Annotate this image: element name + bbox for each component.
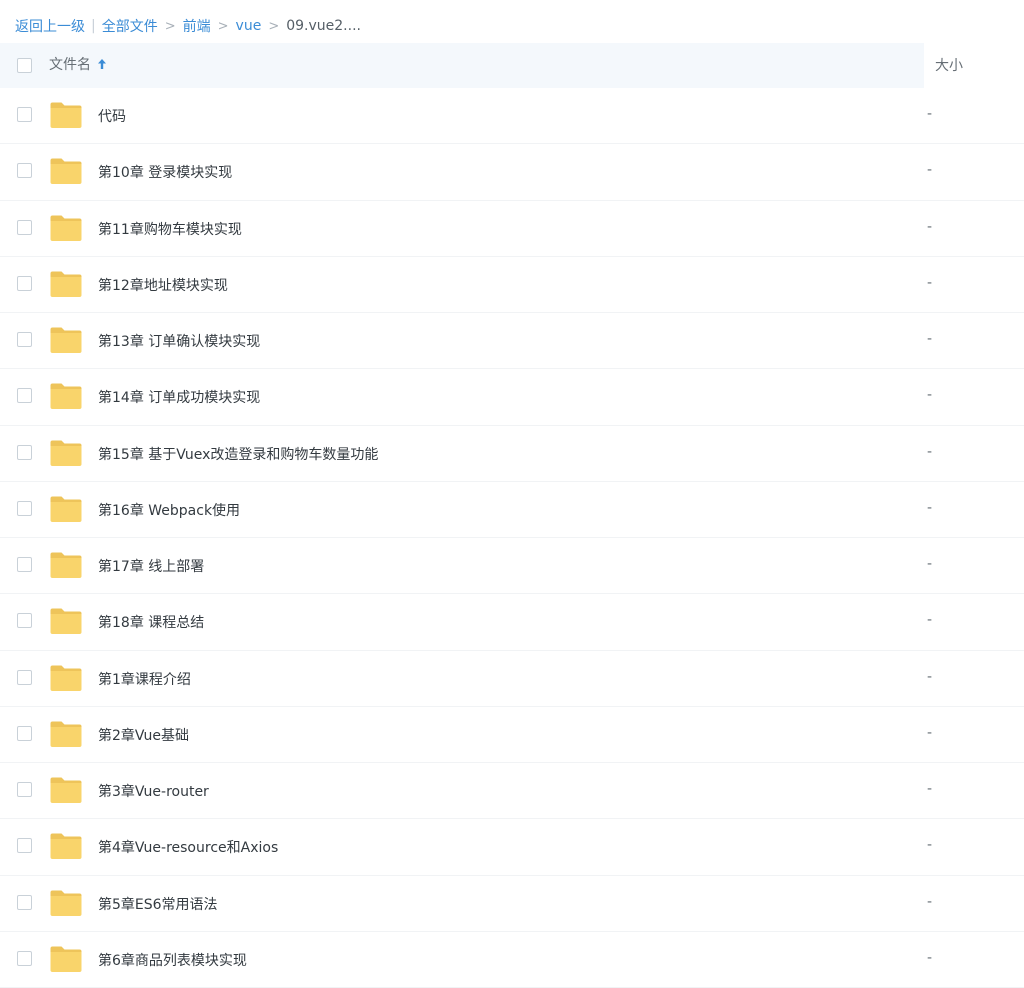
file-row[interactable]: 第4章Vue-resource和Axios - [0, 819, 1024, 876]
file-size: - [927, 499, 933, 516]
row-checkbox[interactable] [17, 388, 32, 404]
row-checkbox[interactable] [17, 163, 32, 179]
folder-icon [49, 945, 83, 973]
file-row[interactable]: 第6章商品列表模块实现 - [0, 932, 1024, 988]
back-link[interactable]: 返回上一级 [15, 16, 85, 36]
row-checkbox[interactable] [17, 444, 32, 460]
folder-icon [49, 101, 83, 129]
folder-icon [49, 382, 83, 410]
folder-icon [49, 157, 83, 185]
file-row[interactable]: 第1章课程介绍 - [0, 651, 1024, 707]
file-name-link[interactable]: 第11章购物车模块实现 [98, 219, 242, 239]
file-name-link[interactable]: 第10章 登录模块实现 [98, 162, 232, 182]
row-checkbox[interactable] [17, 613, 32, 629]
arrow-up-icon [98, 59, 106, 69]
folder-icon [49, 270, 83, 298]
file-row[interactable]: 第12章地址模块实现 - [0, 257, 1024, 313]
file-name-link[interactable]: 第17章 线上部署 [98, 556, 204, 576]
file-row[interactable]: 第3章Vue-router - [0, 763, 1024, 820]
file-list: 代码 - 第10章 登录模块实现 - 第11章购物车模块实现 - 第12章地址模块实现 - 第1… [0, 88, 1024, 988]
file-row[interactable]: 第18章 课程总结 - [0, 594, 1024, 651]
file-size: - [927, 724, 933, 741]
file-size: - [927, 443, 933, 460]
file-row[interactable]: 第2章Vue基础 - [0, 707, 1024, 763]
file-size: - [927, 218, 933, 235]
select-all-checkbox[interactable] [17, 58, 32, 73]
row-checkbox[interactable] [17, 838, 32, 854]
row-checkbox[interactable] [17, 669, 32, 685]
folder-icon [49, 720, 83, 748]
folder-icon [49, 551, 83, 579]
file-size: - [927, 162, 933, 179]
folder-icon [49, 607, 83, 635]
row-checkbox[interactable] [17, 219, 32, 235]
file-row[interactable]: 第13章 订单确认模块实现 - [0, 313, 1024, 370]
file-name-link[interactable]: 第6章商品列表模块实现 [98, 950, 247, 970]
breadcrumb-separator: > [217, 18, 229, 34]
sort-by-name-header[interactable]: 文件名 [49, 54, 107, 74]
row-checkbox[interactable] [17, 332, 32, 347]
file-size: - [927, 668, 933, 685]
file-row[interactable]: 代码 - [0, 88, 1024, 145]
row-checkbox[interactable] [17, 782, 32, 797]
file-row[interactable]: 第11章购物车模块实现 - [0, 201, 1024, 257]
folder-icon [49, 832, 83, 860]
folder-icon [49, 214, 83, 242]
file-size: - [927, 106, 933, 122]
breadcrumb-item-vue[interactable]: vue [236, 18, 262, 34]
file-name-link[interactable]: 第18章 课程总结 [98, 612, 204, 632]
folder-icon [49, 326, 83, 354]
file-name-link[interactable]: 第1章课程介绍 [98, 669, 191, 689]
file-name-link[interactable]: 第14章 订单成功模块实现 [98, 387, 260, 407]
file-size: - [927, 949, 933, 966]
file-size: - [927, 331, 933, 347]
folder-icon [49, 889, 83, 917]
file-name-link[interactable]: 第12章地址模块实现 [98, 275, 228, 295]
file-name-link[interactable]: 第5章ES6常用语法 [98, 894, 218, 914]
file-row[interactable]: 第10章 登录模块实现 - [0, 144, 1024, 201]
file-size: - [927, 837, 933, 854]
row-checkbox[interactable] [17, 275, 32, 291]
breadcrumb: 返回上一级 | 全部文件 > 前端 > vue > 09.vue2.... [15, 15, 361, 37]
file-size: - [927, 274, 933, 291]
folder-icon [49, 664, 83, 692]
breadcrumb-current: 09.vue2.... [286, 18, 361, 34]
file-size: - [927, 556, 933, 572]
file-name-link[interactable]: 第13章 订单确认模块实现 [98, 331, 260, 351]
file-row[interactable]: 第16章 Webpack使用 - [0, 482, 1024, 538]
file-size: - [927, 612, 933, 629]
row-checkbox[interactable] [17, 894, 32, 910]
row-checkbox[interactable] [17, 950, 32, 966]
file-name-link[interactable]: 第16章 Webpack使用 [98, 500, 240, 520]
file-row[interactable]: 第14章 订单成功模块实现 - [0, 369, 1024, 426]
breadcrumb-divider: | [91, 18, 96, 34]
file-row[interactable]: 第17章 线上部署 - [0, 538, 1024, 595]
row-checkbox[interactable] [17, 557, 32, 572]
folder-icon [49, 439, 83, 467]
name-column-label: 文件名 [49, 57, 91, 73]
file-name-link[interactable]: 第3章Vue-router [98, 781, 209, 801]
file-size: - [927, 387, 933, 404]
breadcrumb-all-files[interactable]: 全部文件 [102, 16, 158, 36]
file-name-link[interactable]: 第2章Vue基础 [98, 725, 189, 745]
file-list-header [0, 43, 924, 88]
row-checkbox[interactable] [17, 107, 32, 122]
row-checkbox[interactable] [17, 725, 32, 741]
file-row[interactable]: 第15章 基于Vuex改造登录和购物车数量功能 - [0, 426, 1024, 482]
size-column-label[interactable]: 大小 [935, 55, 963, 75]
file-name-link[interactable]: 代码 [98, 106, 126, 126]
folder-icon [49, 776, 83, 804]
row-checkbox[interactable] [17, 500, 32, 516]
file-name-link[interactable]: 第4章Vue-resource和Axios [98, 837, 278, 857]
file-size: - [927, 781, 933, 797]
breadcrumb-separator: > [268, 18, 280, 34]
file-size: - [927, 893, 933, 910]
folder-icon [49, 495, 83, 523]
breadcrumb-item-frontend[interactable]: 前端 [183, 16, 211, 36]
breadcrumb-separator: > [164, 18, 176, 34]
file-row[interactable]: 第5章ES6常用语法 - [0, 876, 1024, 932]
file-name-link[interactable]: 第15章 基于Vuex改造登录和购物车数量功能 [98, 444, 378, 464]
